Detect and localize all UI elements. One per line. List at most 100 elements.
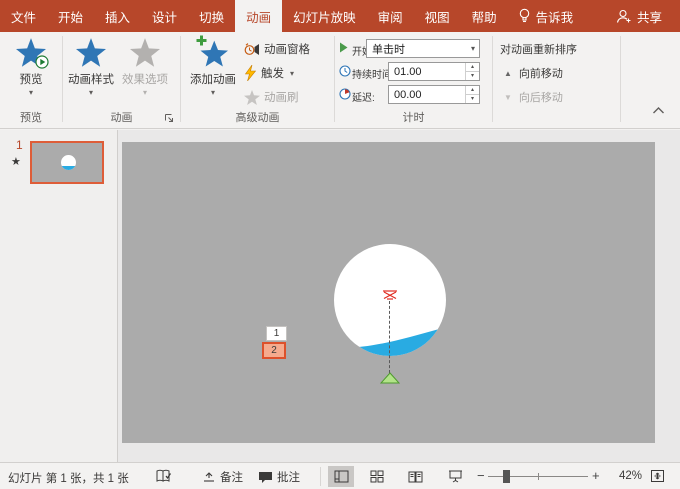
spin-down-icon[interactable]: ▾	[465, 71, 479, 80]
slide-animation-star-icon: ★	[11, 156, 21, 168]
water-wave-shape	[334, 327, 446, 356]
group-timing: 开始: 单击时 ▾ 持续时间: 01.00 ▴ ▾ 延迟: 00.00 ▴ ▾ …	[335, 32, 492, 128]
group-separator	[620, 36, 621, 122]
group-reorder: 对动画重新排序 ▲ 向前移动 ▼ 向后移动	[493, 32, 620, 128]
dropdown-arrow-icon: ▾	[290, 68, 295, 78]
tab-animations[interactable]: 动画	[235, 0, 283, 32]
zoom-level[interactable]: 42%	[608, 470, 642, 482]
slide-thumbnail[interactable]	[30, 141, 104, 184]
tab-design[interactable]: 设计	[141, 0, 188, 32]
powerpoint-window: 文件 开始 插入 设计 切换 动画 幻灯片放映 审阅 视图 帮助 告诉我 共享 …	[0, 0, 680, 489]
move-later-icon: ▼	[504, 92, 512, 102]
trigger-lightning-icon	[244, 65, 257, 81]
group-label-animation: 动画	[110, 112, 133, 124]
thumbnail-circle-shape	[61, 155, 76, 170]
reading-view-icon	[408, 470, 423, 483]
tab-file[interactable]: 文件	[0, 0, 47, 32]
group-animation: 动画样式 ▾ 效果选项 ▾ 动画	[63, 32, 180, 128]
duration-spinner[interactable]: 01.00 ▴ ▾	[388, 62, 480, 81]
animation-order-badge-2[interactable]: 2	[262, 342, 286, 359]
dropdown-arrow-icon: ▾	[142, 88, 147, 97]
group-label-timing: 计时	[402, 112, 425, 124]
dropdown-arrow-icon: ▾	[210, 88, 215, 97]
ribbon: 预览 ▾ 预览 动画样式 ▾ 效果选项 ▾ 动画 添加动画 ▾ 动画窗格 触发 …	[0, 32, 680, 129]
notes-icon	[202, 470, 216, 484]
group-label-advanced-animation: 高级动画	[235, 112, 280, 124]
zoom-out-icon[interactable]: −	[477, 468, 485, 483]
zoom-slider-handle[interactable]	[503, 470, 510, 483]
motion-path-dashed-line	[389, 301, 390, 373]
slide-thumbnail-panel: 1 ★	[0, 130, 118, 462]
move-earlier-icon: ▲	[504, 68, 512, 78]
start-row: 开始: 单击时 ▾	[335, 39, 493, 59]
reading-view-button[interactable]	[402, 466, 428, 487]
tab-insert[interactable]: 插入	[94, 0, 141, 32]
slide-number: 1	[16, 138, 23, 152]
collapse-ribbon-chevron-icon[interactable]	[652, 106, 665, 115]
animation-order-badge-1[interactable]: 1	[266, 326, 287, 341]
motion-path-end-icon[interactable]	[382, 290, 398, 300]
status-bar: 幻灯片 第 1 张，共 1 张 备注 批注 − + 42%	[0, 462, 680, 489]
animation-pane-icon	[244, 42, 260, 57]
notes-button[interactable]: 备注	[202, 469, 243, 485]
trigger-button[interactable]: 触发 ▾	[244, 65, 294, 81]
preview-button[interactable]: 预览 ▾	[4, 38, 58, 97]
slide-sorter-icon	[370, 470, 384, 483]
group-label-preview: 预览	[20, 112, 42, 124]
dialog-launcher-icon[interactable]	[164, 113, 174, 123]
move-earlier-button[interactable]: ▲ 向前移动	[504, 65, 563, 81]
tab-review[interactable]: 审阅	[367, 0, 414, 32]
spellcheck-icon[interactable]	[156, 468, 173, 484]
tab-transitions[interactable]: 切换	[188, 0, 235, 32]
plus-icon	[196, 35, 207, 46]
delay-spinner[interactable]: 00.00 ▴ ▾	[388, 85, 480, 104]
animation-styles-button[interactable]: 动画样式 ▾	[65, 38, 117, 97]
tab-slideshow[interactable]: 幻灯片放映	[282, 0, 367, 32]
start-select-value: 单击时	[372, 43, 405, 56]
duration-row: 持续时间: 01.00 ▴ ▾	[335, 62, 493, 82]
dropdown-arrow-icon: ▾	[470, 44, 475, 53]
group-advanced-animation: 添加动画 ▾ 动画窗格 触发 ▾ 动画刷 高级动画	[181, 32, 334, 128]
zoom-in-icon[interactable]: +	[592, 468, 600, 483]
slideshow-view-button[interactable]	[442, 466, 468, 487]
animation-style-star-icon	[76, 38, 106, 67]
fit-to-window-icon[interactable]	[650, 469, 665, 483]
start-select[interactable]: 单击时 ▾	[366, 39, 480, 58]
tab-view[interactable]: 视图	[414, 0, 461, 32]
normal-view-button[interactable]	[328, 466, 354, 487]
tell-me-button[interactable]: 告诉我	[508, 0, 584, 32]
slide[interactable]: 1 2	[122, 142, 655, 443]
share-button[interactable]: 共享	[606, 0, 672, 32]
animation-pane-button[interactable]: 动画窗格	[244, 41, 310, 57]
slide-sorter-view-button[interactable]	[364, 466, 390, 487]
delay-value: 00.00	[394, 89, 422, 101]
group-preview: 预览 ▾ 预览	[0, 32, 62, 128]
add-animation-star-icon	[196, 35, 228, 67]
dropdown-arrow-icon: ▾	[28, 88, 33, 97]
editing-canvas: 1 2	[118, 130, 680, 462]
circle-shape[interactable]	[334, 244, 446, 356]
tab-help[interactable]: 帮助	[461, 0, 508, 32]
lightbulb-icon	[518, 8, 531, 24]
normal-view-icon	[334, 470, 349, 483]
play-circle-icon	[35, 55, 49, 69]
tab-home[interactable]: 开始	[47, 0, 94, 32]
dropdown-arrow-icon: ▾	[88, 88, 93, 97]
motion-path-start-icon[interactable]	[380, 372, 400, 384]
statusbar-divider	[320, 467, 321, 486]
delay-label: 延迟:	[352, 93, 375, 104]
share-person-icon	[616, 9, 632, 24]
duration-clock-icon	[339, 65, 351, 77]
comments-button[interactable]: 批注	[258, 469, 300, 485]
slideshow-icon	[448, 470, 463, 483]
add-animation-button[interactable]: 添加动画 ▾	[184, 35, 242, 97]
animation-painter-button: 动画刷	[244, 89, 299, 105]
spin-down-icon[interactable]: ▾	[465, 94, 479, 103]
zoom-slider-tick	[538, 473, 539, 480]
reorder-title: 对动画重新排序	[500, 44, 577, 56]
thumbnail-water-shape	[61, 166, 76, 170]
effect-options-star-icon	[130, 38, 160, 67]
move-later-button: ▼ 向后移动	[504, 92, 563, 104]
slide-counter: 幻灯片 第 1 张，共 1 张	[8, 473, 129, 485]
delay-clock-icon	[339, 88, 351, 100]
